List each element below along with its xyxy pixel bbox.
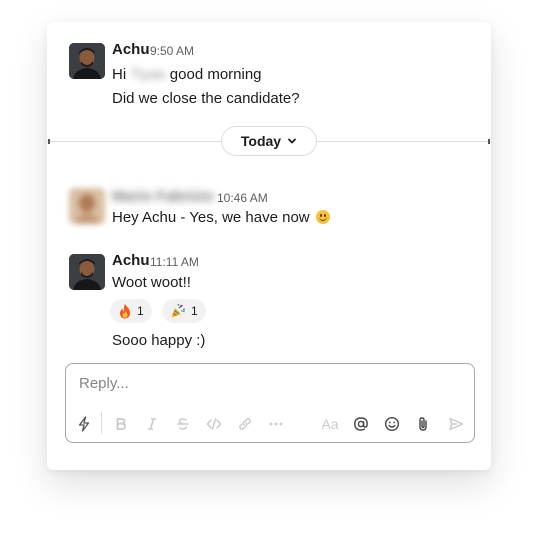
avatar[interactable] [69,43,105,79]
code-icon [206,418,222,430]
message-timestamp[interactable]: 11:11 AM [150,255,199,269]
message-author[interactable]: Mario Fabrizio [112,188,214,205]
reply-input[interactable] [77,374,461,393]
avatar[interactable] [69,254,105,290]
message-timestamp[interactable]: 10:46 AM [217,191,268,205]
reply-composer: Aa [65,363,475,443]
send-icon [449,417,464,431]
message-word: Hi [112,66,127,83]
attach-icon [419,417,427,431]
person-avatar-icon [69,254,105,290]
avatar[interactable] [69,188,105,224]
italic-button[interactable] [142,414,162,434]
reaction-count: 1 [137,304,144,318]
fire-icon [120,304,130,319]
message-text: Hi Tiyas good morning [112,66,262,83]
more-icon [269,422,283,426]
message-body: Hey Achu - Yes, we have now [112,209,310,226]
emoji-button[interactable] [382,414,402,434]
message-word: good morning [169,66,262,83]
person-avatar-icon [69,43,105,79]
attach-button[interactable] [413,414,433,434]
message-author[interactable]: Achu [112,252,150,269]
shortcuts-icon [78,416,90,432]
divider-edge-mark [488,139,490,144]
divider-edge-mark [48,139,50,144]
italic-icon [148,418,156,430]
toolbar-separator [101,412,102,434]
formatting-icon: Aa [321,416,339,432]
mention-icon [354,417,368,431]
link-button[interactable] [235,414,255,434]
code-button[interactable] [204,414,224,434]
emoji-icon [384,416,400,432]
strikethrough-icon [177,418,189,430]
send-button[interactable] [446,414,466,434]
person-avatar-icon [69,188,105,224]
date-divider-label: Today [240,133,282,149]
formatting-toggle-button[interactable]: Aa [320,414,340,434]
strikethrough-button[interactable] [173,414,193,434]
message-text: Hey Achu - Yes, we have now [112,209,330,226]
message-text: Did we close the candidate? [112,90,300,107]
link-icon [239,418,251,430]
date-divider-button[interactable]: Today [221,126,317,156]
mention-button[interactable] [351,414,371,434]
message-timestamp[interactable]: 9:50 AM [150,44,194,58]
bold-button[interactable] [111,414,131,434]
slightly-smiling-face-icon [315,210,330,224]
reaction-fire[interactable]: 1 [110,299,152,323]
chevron-down-icon [288,138,296,144]
bold-icon [116,418,126,430]
party-popper-icon [171,303,185,318]
reaction-party-popper[interactable]: 1 [162,299,206,323]
more-formatting-button[interactable] [266,414,286,434]
redacted-name: Tiyas [130,66,166,83]
reaction-count: 1 [191,304,198,318]
message-text: Woot woot!! [112,274,191,291]
message-thread-panel: Achu 9:50 AM Hi Tiyas good morning Did w… [47,22,491,470]
shortcuts-button[interactable] [74,414,94,434]
message-author[interactable]: Achu [112,41,150,58]
message-text: Sooo happy :) [112,332,206,349]
